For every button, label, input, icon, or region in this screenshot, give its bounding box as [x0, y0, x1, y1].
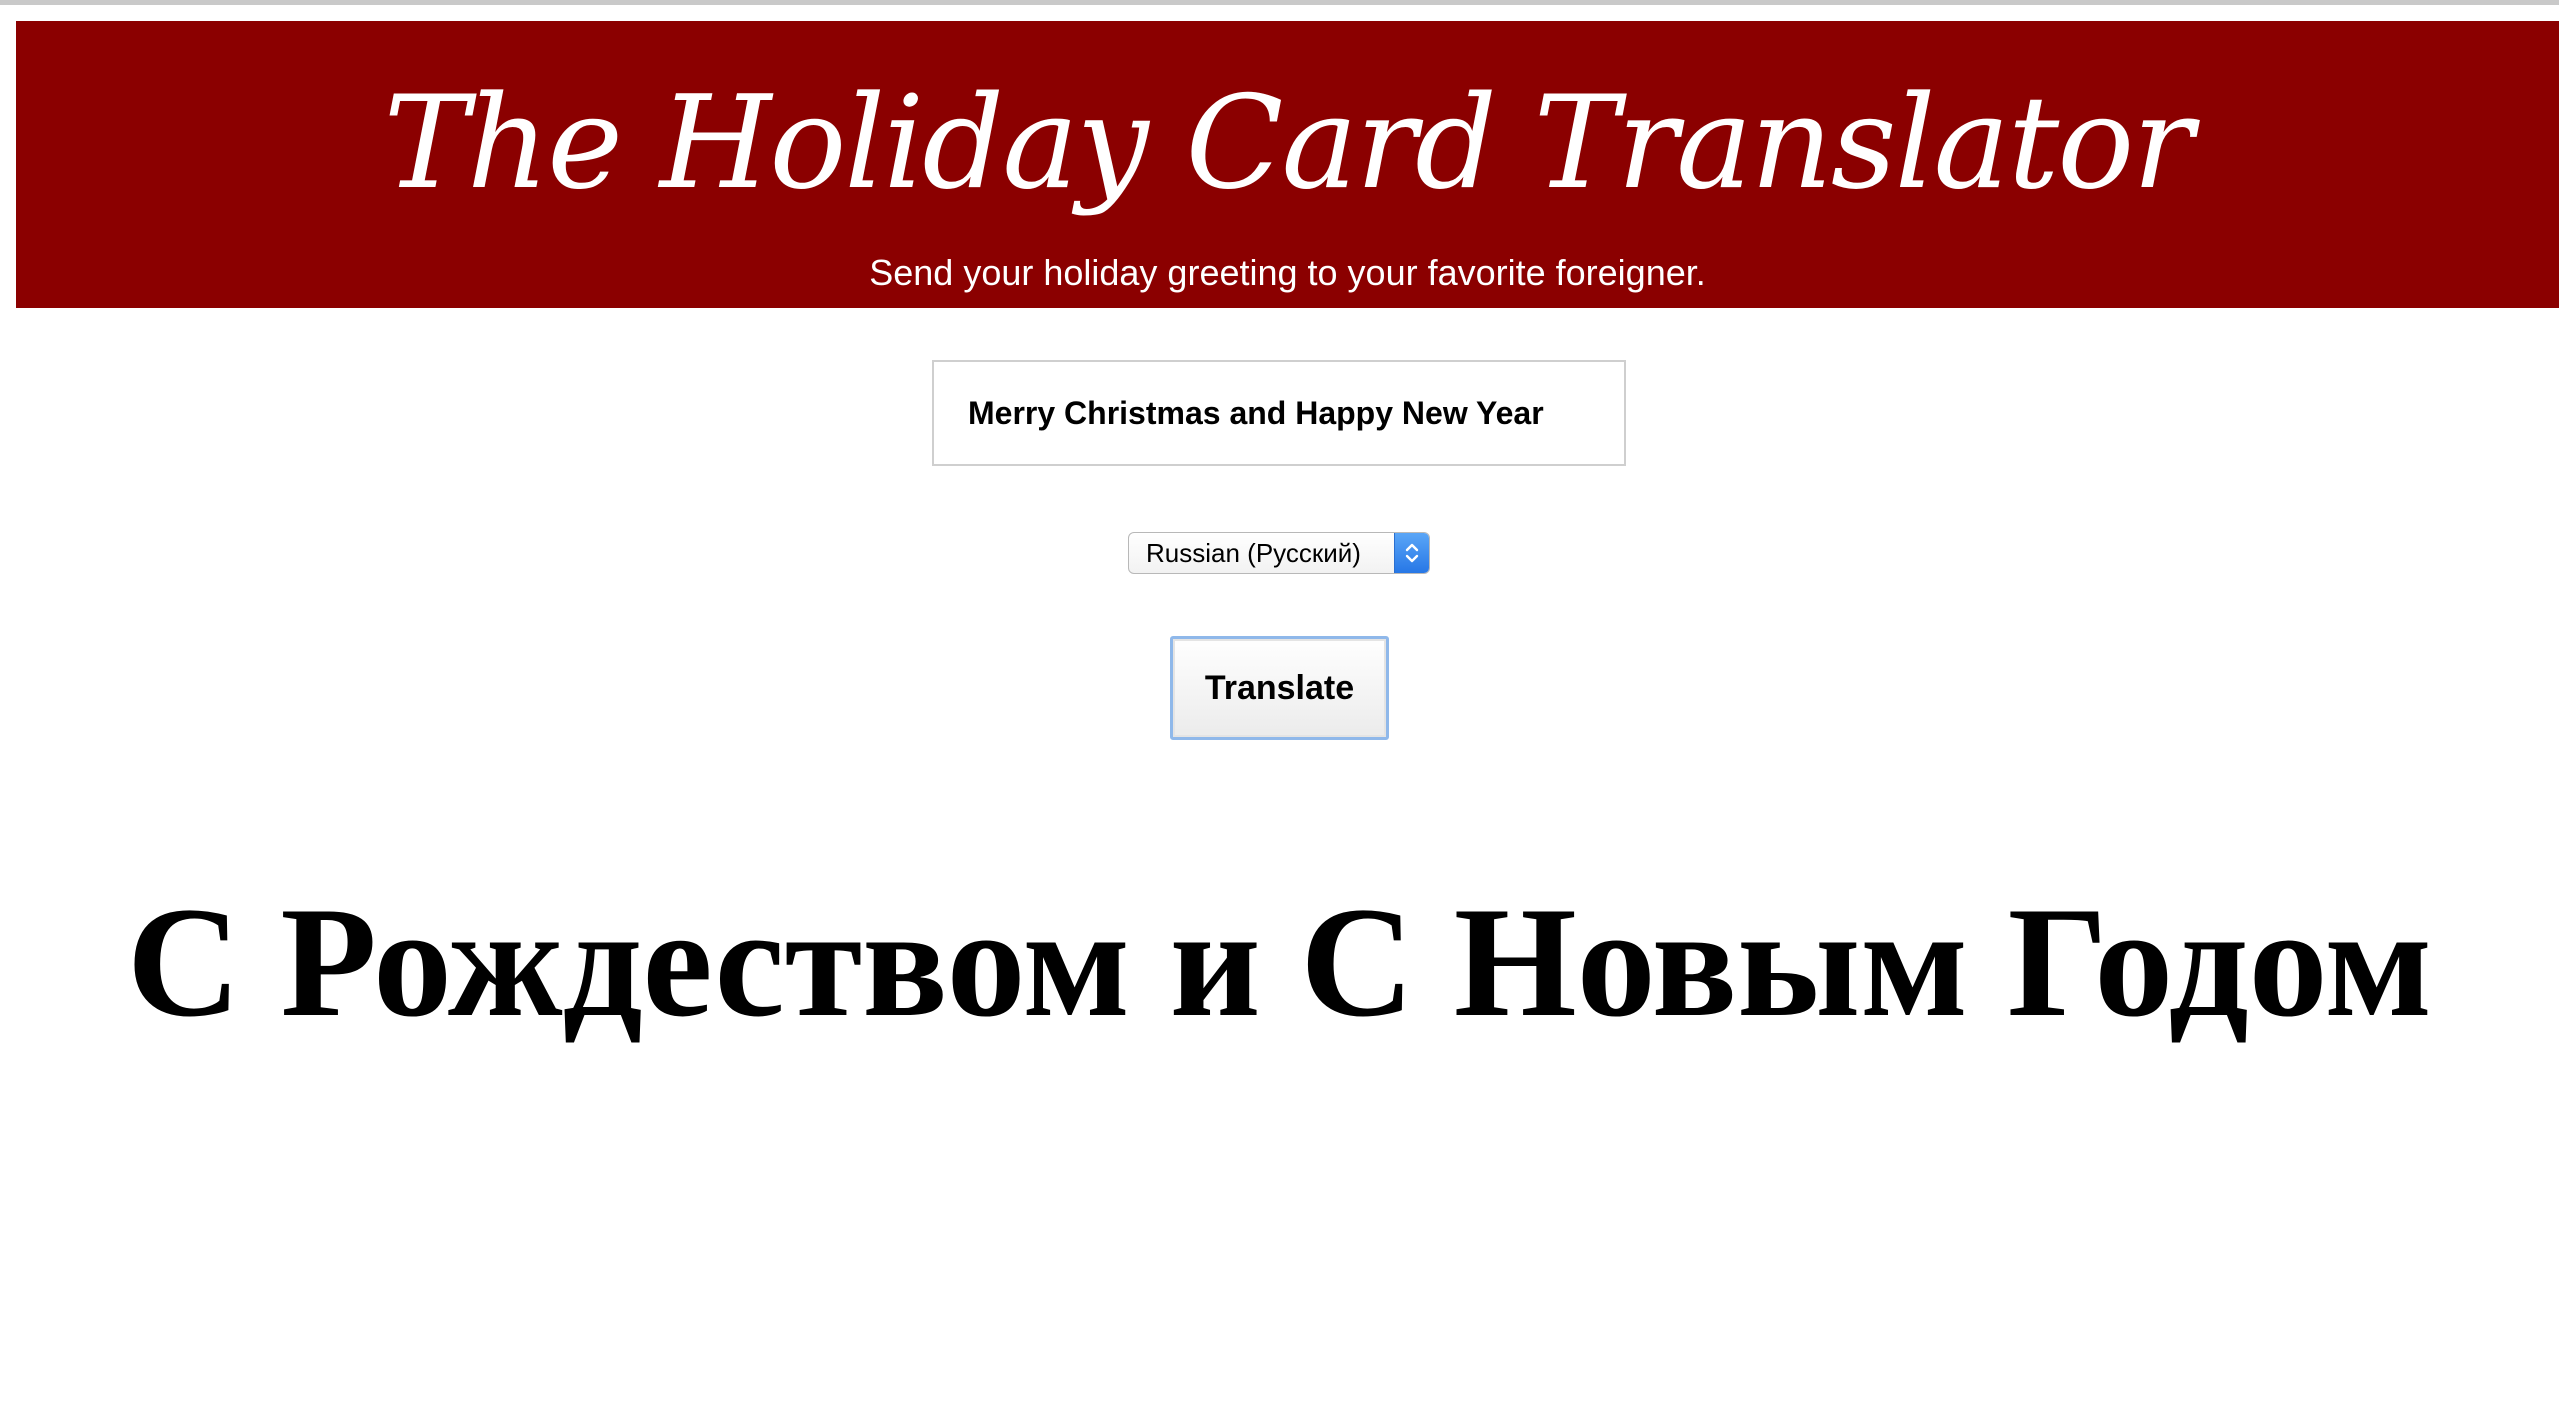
language-select-value: Russian (Русский) [1146, 538, 1361, 568]
translation-result: С Рождеством и С Новым Годом [126, 875, 2433, 1050]
greeting-input[interactable] [932, 360, 1626, 466]
translate-button[interactable]: Translate [1170, 636, 1389, 740]
language-select[interactable]: Russian (Русский) [1128, 532, 1430, 574]
chevron-up-down-icon [1394, 533, 1429, 573]
translator-form: Russian (Русский) Translate С Рождеством… [0, 0, 2559, 1413]
